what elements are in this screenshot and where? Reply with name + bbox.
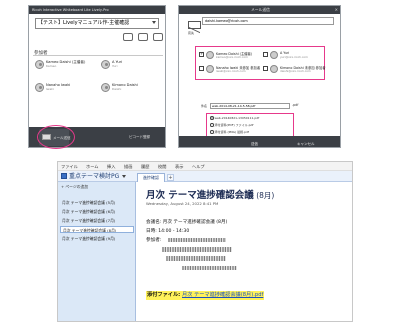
- body-line: 日時: 14:00 - 14:30: [146, 229, 190, 234]
- menu-view[interactable]: 表示: [175, 162, 183, 171]
- participant-item[interactable]: Kimono Daishi Daishi: [101, 83, 163, 94]
- page-title-suffix: (8月): [253, 191, 275, 200]
- people-icon[interactable]: [123, 33, 133, 41]
- to-label: 宛先: [188, 31, 195, 35]
- add-page-button[interactable]: + ページの追加: [61, 184, 88, 190]
- recipient-checkbox[interactable]: [263, 52, 268, 57]
- settings-icon[interactable]: [138, 33, 148, 41]
- from-address-field[interactable]: daishi.kameo@ricoh.com: [202, 17, 334, 25]
- lively-titlebar: Ricoh Interactive Whiteboard Lite Lively…: [29, 6, 165, 14]
- subject-input[interactable]: web-2014-08-21-14-5-58.pdf: [210, 103, 290, 109]
- recipient-item[interactable]: Nanaho Iwaki 未参加 参加者 iwaki@xxx.ricoh.com: [199, 65, 260, 75]
- highlight-ellipse: [37, 125, 75, 149]
- menu-review[interactable]: 校閲: [158, 162, 166, 171]
- menu-insert[interactable]: 挿入: [107, 162, 115, 171]
- avatar: [101, 83, 110, 92]
- meeting-title-value: 【テスト】Livelyマニュアル作-主催確認: [38, 20, 130, 26]
- page-item[interactable]: 月次 テーマ進捗確認会議 (7月): [60, 217, 134, 224]
- subject-ext: .pdf: [292, 103, 299, 107]
- participant-item[interactable]: Nanaho Iwaki Iwaki: [35, 83, 97, 94]
- divider: [33, 55, 163, 56]
- redacted-text: [182, 266, 237, 270]
- recipient-checkbox[interactable]: [263, 66, 268, 71]
- send-button[interactable]: 送信: [251, 142, 258, 147]
- page-item-selected[interactable]: 月次 テーマ進捗確認会議 (8月): [60, 226, 134, 233]
- format-label: web-20140821-13050111.pdf: [214, 116, 260, 120]
- menu-home[interactable]: ホーム: [86, 162, 98, 171]
- page-item[interactable]: 月次 テーマ進捗確認会議 (9月): [60, 235, 134, 242]
- recipient-item[interactable]: A Yuri yuri@xxx.ricoh.com: [263, 51, 323, 61]
- format-label: 添付資料(PDF) ファイル.pdf: [214, 123, 254, 127]
- chevron-down-icon: [152, 21, 156, 24]
- avatar: [270, 65, 278, 73]
- radio-selected[interactable]: [210, 116, 214, 120]
- recipient-checkbox[interactable]: [199, 66, 204, 71]
- avatar: [206, 65, 214, 73]
- dialog-footer: [179, 136, 340, 147]
- page-date: Wednesday, August 24, 2022 8:41 PM: [146, 201, 219, 206]
- participant-sub: Kameo: [46, 64, 57, 68]
- attachment-label: 添付ファイル:: [147, 292, 183, 298]
- mail-dialog: メール送信 × daishi.kameo@ricoh.com 宛先 Kameo …: [178, 5, 341, 148]
- radio[interactable]: [210, 123, 214, 127]
- notebook-icon: [61, 173, 67, 179]
- menu-history[interactable]: 履歴: [141, 162, 149, 171]
- section-tab[interactable]: 進捗確認: [137, 173, 165, 182]
- close-icon[interactable]: ×: [335, 6, 338, 14]
- avatar: [270, 51, 278, 59]
- participant-item[interactable]: A Yuri Yuri: [101, 60, 163, 71]
- chevron-down-icon[interactable]: [122, 175, 126, 178]
- radio[interactable]: [210, 130, 214, 134]
- participant-item[interactable]: Kameo Daishi (主催者) Kameo: [35, 60, 97, 71]
- participant-sub: Yuri: [112, 64, 118, 68]
- redacted-text: [166, 256, 226, 261]
- envelope-icon: [188, 21, 201, 29]
- onenote-window: ファイル ホーム 挿入 描画 履歴 校閲 表示 ヘルプ 重点テーマ検討PG 進捗…: [57, 161, 353, 322]
- recipient-mail: daishi@xxx.ricoh.com: [280, 69, 311, 73]
- body-line: 会議名: 月次 テーマ進捗確認会議 (8月): [146, 220, 228, 225]
- format-option[interactable]: 添付資料(PDF) ファイル.pdf: [210, 123, 253, 127]
- cancel-button[interactable]: キャンセル: [297, 142, 315, 147]
- recipient-item[interactable]: Kimono Daishi 未参加 参加者 daishi@xxx.ricoh.c…: [263, 65, 326, 75]
- menu-bar: ファイル ホーム 挿入 描画 履歴 校閲 表示 ヘルプ: [58, 162, 352, 171]
- recipient-mail: yuri@xxx.ricoh.com: [280, 55, 308, 59]
- menu-help[interactable]: ヘルプ: [192, 162, 205, 171]
- avatar: [35, 83, 44, 92]
- redacted-text: [162, 247, 232, 252]
- page-list: + ページの追加 月次 テーマ進捗確認会議 (5月) 月次 テーマ進捗確認会議 …: [58, 182, 136, 321]
- close-icon[interactable]: [153, 33, 163, 41]
- menu-file[interactable]: ファイル: [61, 162, 78, 171]
- participant-sub: Daishi: [112, 87, 122, 91]
- add-section-button[interactable]: +: [167, 174, 174, 181]
- avatar: [35, 60, 44, 69]
- format-option[interactable]: web-20140821-13050111.pdf: [210, 116, 259, 120]
- page-content: 月次 テーマ進捗確認会議 (8月) Wednesday, August 24, …: [138, 182, 352, 321]
- meeting-title-select[interactable]: 【テスト】Livelyマニュアル作-主催確認: [35, 18, 159, 29]
- mail-dialog-title: メール送信: [179, 6, 340, 14]
- menu-draw[interactable]: 描画: [124, 162, 132, 171]
- page-item[interactable]: 月次 テーマ進捗確認会議 (5月): [60, 199, 134, 206]
- notebook-name[interactable]: 重点テーマ検討PG: [69, 171, 119, 182]
- recipient-item[interactable]: Kameo Daishi (主催者) kameo@xxx.ricoh.com: [199, 51, 259, 61]
- notebook-bar: 重点テーマ検討PG 進捗確認 +: [58, 171, 352, 182]
- attachment-line: 添付ファイル: 月次 テーマ進捗確認会議(8月).pdf: [146, 291, 265, 300]
- body-line: 参加者:: [146, 238, 162, 243]
- register-code-button[interactable]: ピコード登録: [129, 135, 150, 140]
- page-title-text: 月次 テーマ進捗確認会議: [146, 190, 254, 201]
- subject-label: 件名: [201, 104, 208, 108]
- page-title: 月次 テーマ進捗確認会議 (8月): [146, 187, 274, 201]
- attachment-link[interactable]: 月次 テーマ進捗確認会議(8月).pdf: [182, 292, 263, 298]
- participant-sub: Iwaki: [46, 87, 54, 91]
- format-option[interactable]: 添付資料 (PNG) 最終.pdf: [210, 130, 249, 134]
- avatar: [206, 51, 214, 59]
- redacted-text: [168, 238, 226, 242]
- recipient-checkbox[interactable]: [199, 51, 204, 57]
- recipient-mail: kameo@xxx.ricoh.com: [216, 55, 248, 59]
- format-label: 添付資料 (PNG) 最終.pdf: [214, 130, 249, 134]
- page-item[interactable]: 月次 テーマ進捗確認会議 (6月): [60, 208, 134, 215]
- recipient-mail: iwaki@xxx.ricoh.com: [216, 69, 246, 73]
- avatar: [101, 60, 110, 69]
